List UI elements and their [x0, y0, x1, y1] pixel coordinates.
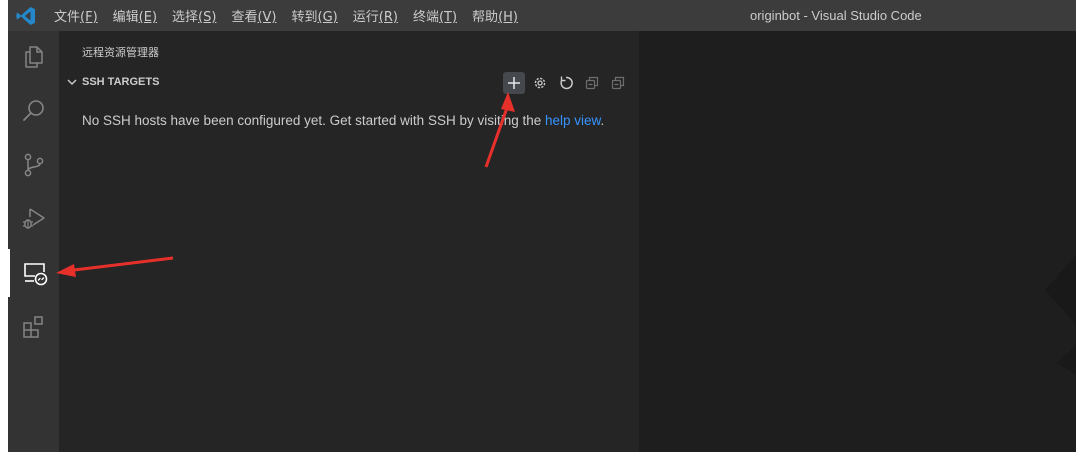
- extensions-icon: [22, 316, 43, 338]
- chevron-down-icon[interactable]: [66, 76, 78, 88]
- no-hosts-message: No SSH hosts have been configured yet. G…: [82, 110, 622, 131]
- refresh-button[interactable]: [555, 72, 577, 94]
- activity-bar: [8, 31, 59, 452]
- gear-icon: [534, 77, 546, 89]
- title-bar: 文件(F) 编辑(E) 选择(S) 查看(V) 转到(G) 运行(R) 终端(T…: [8, 0, 1076, 31]
- activity-run-debug[interactable]: [8, 195, 59, 243]
- window-title: originbot - Visual Studio Code: [750, 8, 922, 23]
- collapse-all-button[interactable]: [581, 72, 603, 94]
- background-watermark-shape: [1045, 255, 1076, 375]
- add-icon: [508, 77, 520, 89]
- menu-go[interactable]: 转到(G): [292, 6, 338, 25]
- refresh-icon: [560, 76, 573, 90]
- sidebar-remote-explorer: 远程资源管理器 SSH TARGETS No SSH hosts have be…: [59, 31, 639, 452]
- remote-explorer-icon: [23, 263, 47, 286]
- configure-button[interactable]: [529, 72, 551, 94]
- collapse-all-icon: [611, 76, 625, 90]
- menu-run[interactable]: 运行(R): [353, 6, 398, 25]
- no-hosts-text: No SSH hosts have been configured yet. G…: [82, 113, 545, 128]
- collapse-all-icon: [585, 76, 599, 90]
- run-debug-icon: [22, 208, 45, 229]
- help-view-link[interactable]: help view: [545, 113, 601, 128]
- editor-area: [639, 31, 1076, 452]
- menu-selection[interactable]: 选择(S): [172, 6, 216, 25]
- vscode-window: 文件(F) 编辑(E) 选择(S) 查看(V) 转到(G) 运行(R) 终端(T…: [8, 0, 1076, 452]
- menu-view[interactable]: 查看(V): [231, 6, 276, 25]
- activity-search[interactable]: [8, 87, 59, 135]
- vscode-logo-icon: [16, 7, 35, 25]
- sidebar-title: 远程资源管理器: [82, 46, 159, 59]
- ssh-targets-section-header[interactable]: SSH TARGETS: [59, 71, 639, 95]
- menu-edit[interactable]: 编辑(E): [113, 6, 157, 25]
- activity-remote-explorer[interactable]: [8, 249, 59, 297]
- collapse-all-button-2[interactable]: [607, 72, 629, 94]
- menu-terminal[interactable]: 终端(T): [413, 6, 457, 25]
- section-title: SSH TARGETS: [82, 76, 160, 88]
- activity-source-control[interactable]: [8, 141, 59, 189]
- menu-help[interactable]: 帮助(H): [472, 6, 518, 25]
- message-suffix: .: [600, 113, 605, 128]
- search-icon: [22, 100, 44, 121]
- source-control-icon: [24, 153, 43, 177]
- menu-bar: 文件(F) 编辑(E) 选择(S) 查看(V) 转到(G) 运行(R) 终端(T…: [54, 0, 533, 31]
- add-new-ssh-host-button[interactable]: [503, 72, 525, 94]
- files-icon: [24, 46, 43, 68]
- section-actions: [503, 71, 633, 95]
- activity-extensions[interactable]: [8, 303, 59, 351]
- activity-explorer[interactable]: [8, 33, 59, 81]
- menu-file[interactable]: 文件(F): [54, 6, 98, 25]
